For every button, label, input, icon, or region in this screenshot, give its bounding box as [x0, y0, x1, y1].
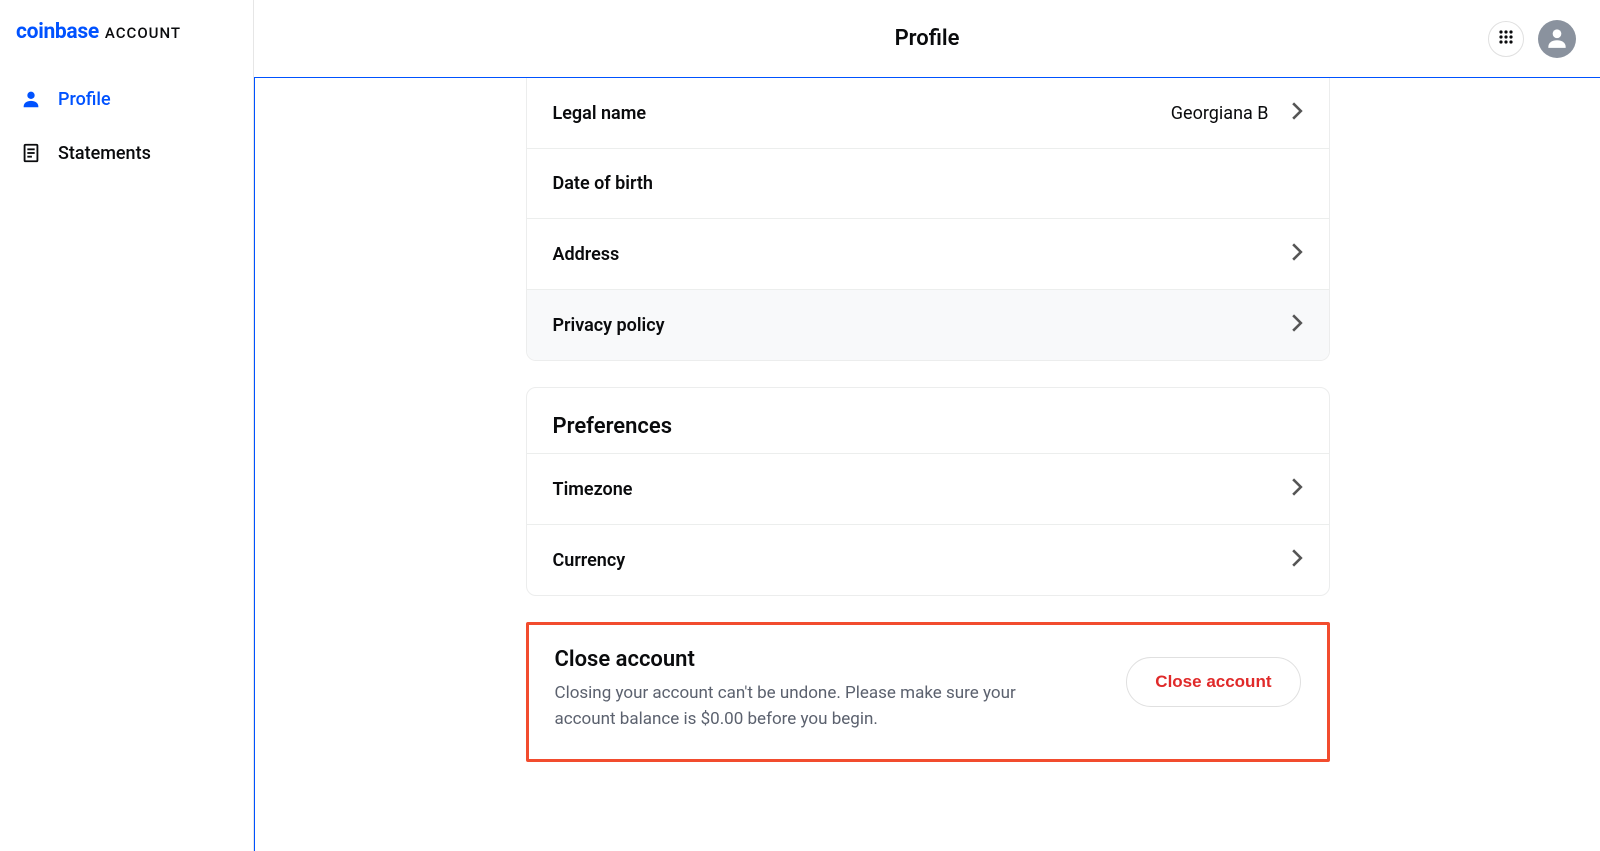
row-label: Currency	[553, 550, 626, 571]
logo-account-text: ACCOUNT	[105, 24, 181, 42]
avatar-icon	[1544, 24, 1570, 54]
brand-logo[interactable]: coinbase ACCOUNT	[0, 16, 253, 72]
row-value: Georgiana B	[1171, 103, 1269, 124]
row-label: Privacy policy	[553, 315, 665, 336]
row-label: Date of birth	[553, 173, 653, 194]
avatar-button[interactable]	[1538, 20, 1576, 58]
preferences-header: Preferences	[527, 388, 1329, 454]
row-legal-name[interactable]: Legal name Georgiana B	[527, 78, 1329, 149]
personal-info-card: Legal name Georgiana B Date of birth	[526, 78, 1330, 361]
row-label: Address	[553, 244, 620, 265]
row-timezone[interactable]: Timezone	[527, 454, 1329, 525]
apps-menu-button[interactable]	[1488, 21, 1524, 57]
logo-coinbase-text: coinbase	[16, 20, 99, 44]
sidebar-item-statements[interactable]: Statements	[0, 126, 253, 180]
sidebar: coinbase ACCOUNT Profile Statements	[0, 0, 254, 851]
sidebar-item-profile[interactable]: Profile	[0, 72, 253, 126]
close-account-card: Close account Closing your account can't…	[526, 622, 1330, 762]
apps-grid-icon	[1498, 29, 1514, 49]
document-icon	[20, 142, 42, 164]
main-area: Profile Legal name	[254, 0, 1600, 851]
preferences-card: Preferences Timezone Currency	[526, 387, 1330, 596]
chevron-right-icon	[1291, 478, 1303, 500]
content-scroll[interactable]: Legal name Georgiana B Date of birth	[254, 78, 1600, 851]
header-actions	[1488, 20, 1576, 58]
row-label: Legal name	[553, 103, 647, 124]
preferences-title: Preferences	[553, 414, 1303, 439]
row-date-of-birth: Date of birth	[527, 149, 1329, 219]
row-currency[interactable]: Currency	[527, 525, 1329, 595]
person-icon	[20, 88, 42, 110]
row-privacy-policy[interactable]: Privacy policy	[527, 290, 1329, 360]
sidebar-item-label: Statements	[58, 143, 151, 164]
close-account-button[interactable]: Close account	[1126, 657, 1300, 707]
sidebar-item-label: Profile	[58, 89, 111, 110]
chevron-right-icon	[1291, 314, 1303, 336]
chevron-right-icon	[1291, 102, 1303, 124]
chevron-right-icon	[1291, 243, 1303, 265]
row-address[interactable]: Address	[527, 219, 1329, 290]
header: Profile	[254, 0, 1600, 78]
close-account-title: Close account	[555, 647, 1075, 672]
page-title: Profile	[895, 26, 960, 51]
close-account-description: Closing your account can't be undone. Pl…	[555, 680, 1075, 733]
chevron-right-icon	[1291, 549, 1303, 571]
row-label: Timezone	[553, 479, 633, 500]
